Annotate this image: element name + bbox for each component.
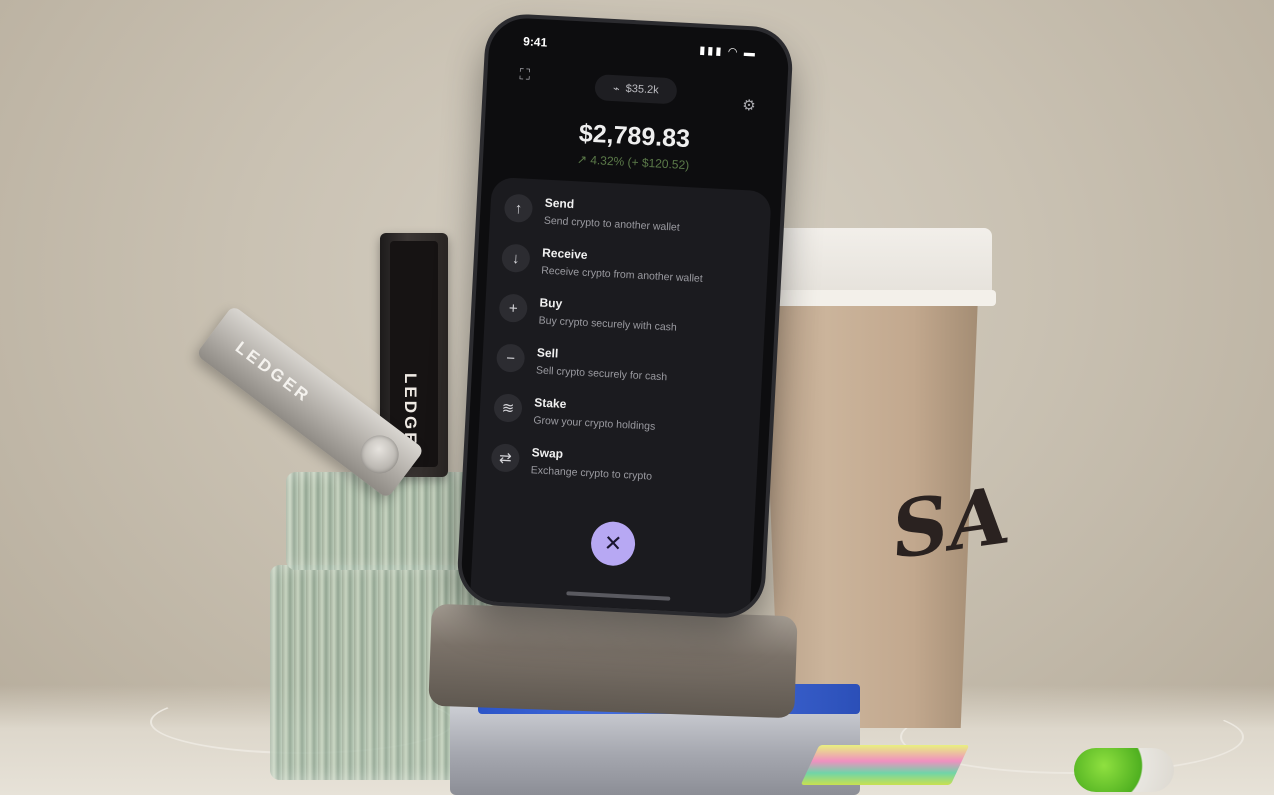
status-icons: ▮▮▮ ◠ ▬ [698, 44, 758, 60]
status-bar: 9:41 ▮▮▮ ◠ ▬ [515, 34, 763, 63]
pill-value: $35.2k [625, 82, 659, 97]
trend-icon: ⌁ [612, 82, 620, 95]
phone: 9:41 ▮▮▮ ◠ ▬ ⛶ ⚙ ⌁ $35.2k $2,789.83 ↗ 4.… [459, 16, 791, 616]
settings-icon[interactable]: ⚙ [742, 96, 761, 115]
coins-icon: ≋ [493, 393, 523, 423]
plus-icon: + [498, 293, 528, 323]
colored-cards [800, 745, 970, 785]
close-button[interactable]: ✕ [589, 520, 637, 567]
home-indicator[interactable] [566, 591, 671, 601]
close-icon: ✕ [603, 530, 623, 557]
action-title: Receive [541, 245, 588, 262]
action-title: Stake [533, 395, 567, 412]
action-title: Swap [531, 445, 564, 461]
swap-icon: ⇄ [490, 443, 521, 473]
action-subtitle: Sell crypto securely for cash [535, 364, 668, 384]
ledger-swivel-knob [353, 427, 407, 481]
action-subtitle: Send crypto to another wallet [543, 214, 681, 234]
cup-logo: SA [886, 470, 1015, 577]
action-title: Send [544, 195, 575, 212]
action-subtitle: Exchange crypto to crypto [530, 464, 653, 483]
arrow-up-icon: ↑ [503, 193, 534, 223]
earbud-case [1074, 748, 1174, 792]
action-title: Sell [536, 345, 559, 361]
action-subtitle: Buy crypto securely with cash [538, 314, 678, 334]
actions-sheet: ↑ Send Send crypto to another wallet ↓ R… [469, 176, 772, 615]
status-time: 9:41 [522, 34, 548, 50]
action-subtitle: Receive crypto from another wallet [540, 264, 704, 286]
portfolio-pill[interactable]: ⌁ $35.2k [594, 74, 678, 105]
arrow-down-icon: ↓ [501, 243, 531, 273]
leather-wallet [428, 603, 798, 719]
coffee-cup-lid [766, 228, 996, 306]
action-subtitle: Grow your crypto holdings [533, 414, 656, 433]
scan-icon[interactable]: ⛶ [519, 66, 538, 85]
action-title: Buy [539, 295, 563, 311]
ledger-silver-brand: LEDGER [231, 337, 315, 407]
minus-icon: − [495, 343, 526, 373]
